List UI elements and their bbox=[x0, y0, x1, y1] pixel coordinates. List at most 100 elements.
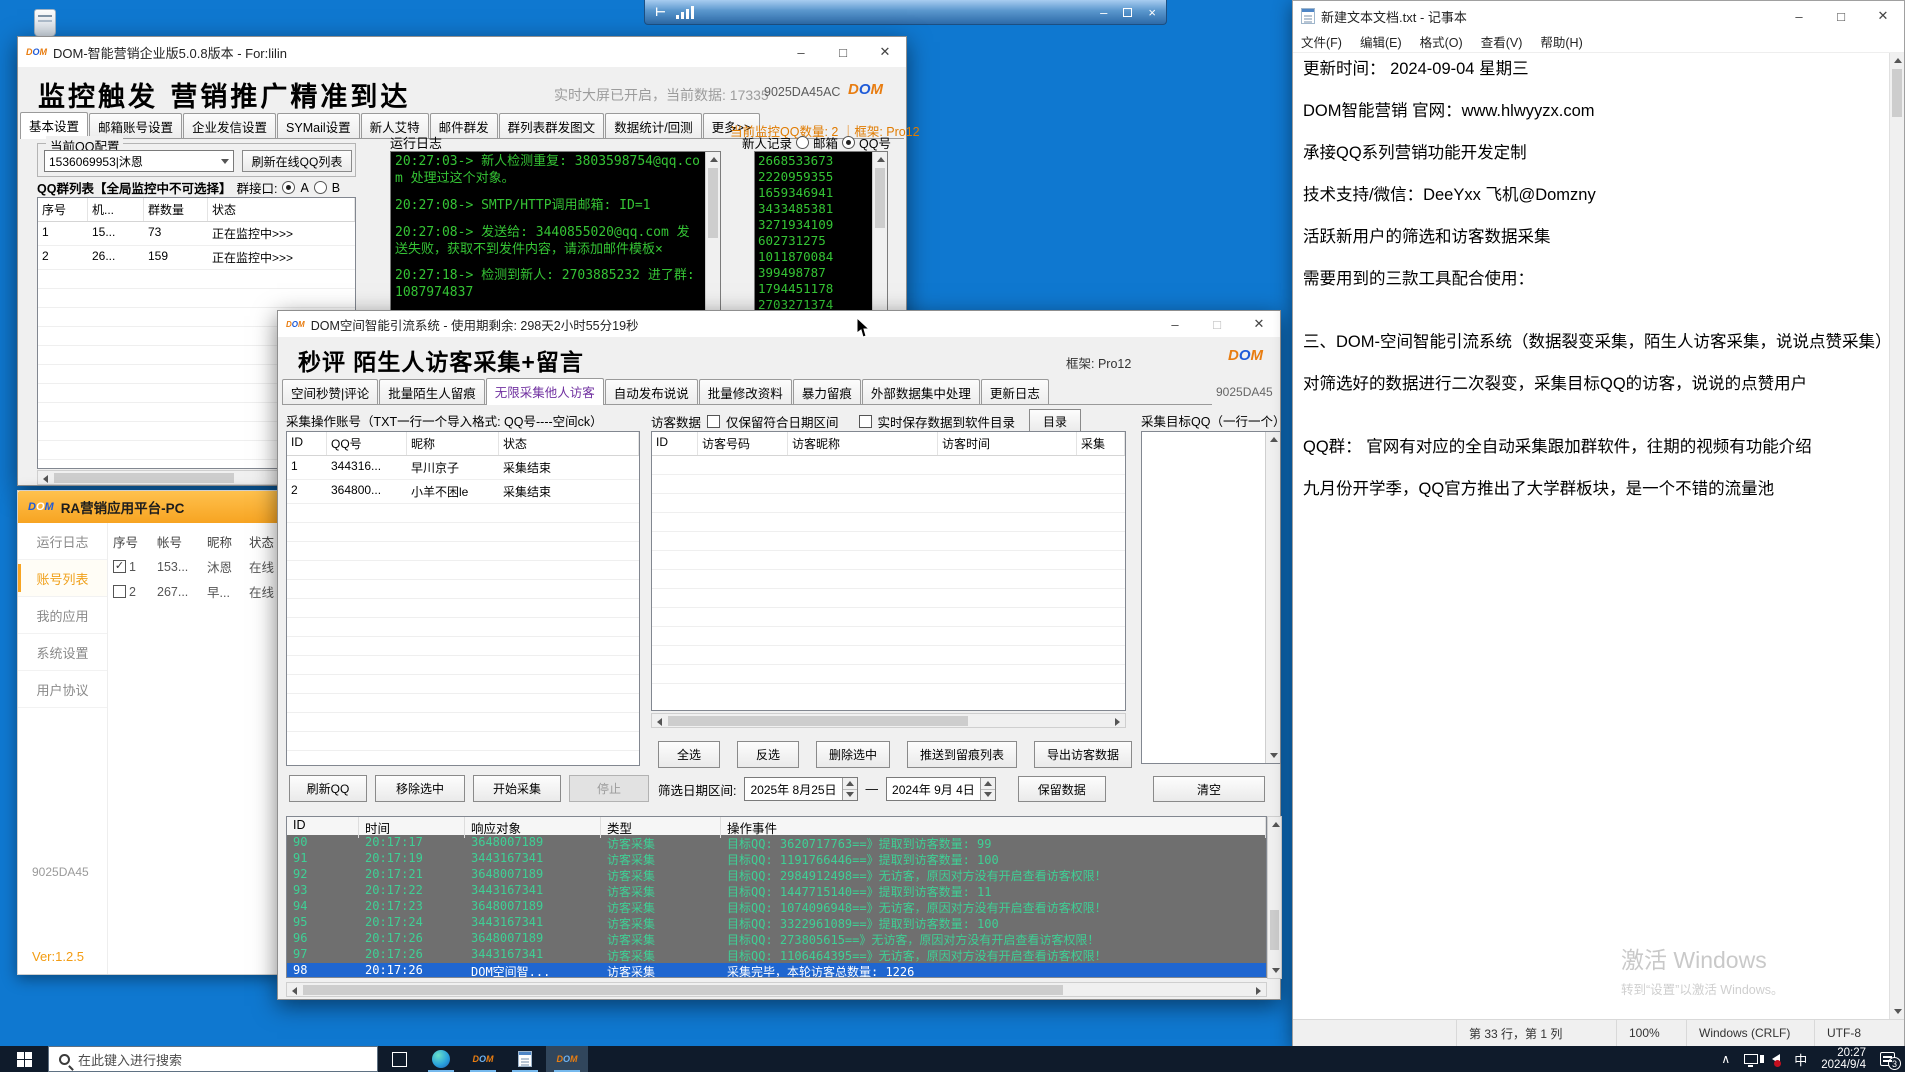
export-visitor-data-button[interactable]: 导出访客数据 bbox=[1034, 741, 1132, 768]
log-vscrollbar[interactable] bbox=[1267, 816, 1282, 979]
maximize-button[interactable]: □ bbox=[1196, 311, 1238, 337]
dom-space-taskbar-button[interactable]: DOM bbox=[546, 1046, 588, 1072]
minimize-button[interactable]: – bbox=[1154, 311, 1196, 337]
log-row[interactable]: 9220:17:213648007189访客采集目标QQ: 2984912498… bbox=[287, 867, 1266, 883]
clear-button[interactable]: 清空 bbox=[1153, 776, 1265, 802]
menu-view[interactable]: 查看(V) bbox=[1481, 32, 1523, 51]
select-all-button[interactable]: 全选 bbox=[658, 741, 720, 768]
menu-file[interactable]: 文件(F) bbox=[1301, 32, 1342, 51]
log-row[interactable]: 9720:17:263443167341访客采集目标QQ: 1106464395… bbox=[287, 947, 1266, 963]
w1-tab-0[interactable]: 基本设置 bbox=[20, 112, 88, 139]
date-from-input[interactable]: 2025年 8月25日 bbox=[744, 777, 857, 801]
push-to-trace-list-button[interactable]: 推送到留痕列表 bbox=[907, 741, 1017, 768]
target-vscrollbar[interactable] bbox=[1265, 432, 1280, 763]
w3-tab-7[interactable]: 更新日志 bbox=[981, 379, 1049, 404]
restore-icon[interactable] bbox=[1123, 8, 1132, 17]
w1-tab-1[interactable]: 邮箱账号设置 bbox=[89, 113, 182, 138]
log-row[interactable]: 9020:17:173648007189访客采集目标QQ: 3620717763… bbox=[287, 835, 1266, 851]
date-from-spinner[interactable] bbox=[842, 778, 857, 800]
visitor-table-hscrollbar[interactable] bbox=[651, 713, 1126, 728]
maximize-button[interactable]: □ bbox=[1820, 1, 1862, 31]
w1-tab-2[interactable]: 企业发信设置 bbox=[183, 113, 276, 138]
table-row[interactable]: 2364800...小羊不困le采集结束 bbox=[287, 480, 639, 504]
w3-tab-4[interactable]: 批量修改资料 bbox=[699, 379, 792, 404]
w3-tab-6[interactable]: 外部数据集中处理 bbox=[862, 379, 980, 404]
date-to-input[interactable]: 2024年 9月 4日 bbox=[886, 777, 996, 801]
checkbox[interactable] bbox=[113, 585, 126, 598]
notepad-taskbar-button[interactable] bbox=[504, 1046, 546, 1072]
background-window-titlebar[interactable]: ⊢ – × bbox=[644, 0, 1167, 25]
start-collect-button[interactable]: 开始采集 bbox=[473, 775, 561, 802]
maximize-button[interactable]: □ bbox=[822, 37, 864, 67]
ra-menu-item-2[interactable]: 我的应用 bbox=[18, 597, 107, 634]
ra-menu-item-4[interactable]: 用户协议 bbox=[18, 671, 107, 708]
menu-help[interactable]: 帮助(H) bbox=[1540, 32, 1582, 51]
notepad-text-area[interactable]: 更新时间： 2024-09-04 星期三 DOM智能营销 官网：www.hlwy… bbox=[1293, 53, 1889, 1019]
minimize-button[interactable]: – bbox=[1778, 1, 1820, 31]
notepad-titlebar[interactable]: 新建文本文档.txt - 记事本 – □ ✕ bbox=[1293, 1, 1904, 31]
radio-mail[interactable] bbox=[796, 136, 809, 149]
remove-selected-button[interactable]: 移除选中 bbox=[375, 775, 465, 802]
radio-interface-b[interactable] bbox=[314, 181, 327, 194]
w3-tab-2[interactable]: 无限采集他人访客 bbox=[486, 378, 604, 405]
table-row[interactable]: 226...159正在监控中>>> bbox=[38, 246, 355, 270]
table-row[interactable]: ✓1153...沐恩在线 bbox=[113, 554, 277, 579]
ra-titlebar[interactable]: DOM RA营销应用平台-PC bbox=[18, 491, 279, 523]
log-row[interactable]: 9420:17:233648007189访客采集目标QQ: 1074096948… bbox=[287, 899, 1266, 915]
log-row[interactable]: 9820:17:26DOM空间智...访客采集采集完毕，本轮访客总数量: 122… bbox=[287, 963, 1266, 978]
radio-interface-a[interactable] bbox=[282, 181, 295, 194]
w3-tab-0[interactable]: 空间秒赞|评论 bbox=[282, 379, 378, 404]
delete-selected-button[interactable]: 删除选中 bbox=[816, 741, 890, 768]
w3-titlebar[interactable]: DOM DOM空间智能引流系统 - 使用期剩余: 298天2小时55分19秒 –… bbox=[278, 311, 1280, 337]
w3-tab-3[interactable]: 自动发布说说 bbox=[605, 379, 698, 404]
edge-taskbar-button[interactable] bbox=[420, 1046, 462, 1072]
keep-data-button[interactable]: 保留数据 bbox=[1018, 776, 1106, 802]
dom-app-taskbar-button[interactable]: DOM bbox=[462, 1046, 504, 1072]
w3-tab-5[interactable]: 暴力留痕 bbox=[793, 379, 861, 404]
directory-button[interactable]: 目录 bbox=[1029, 409, 1081, 433]
action-center-icon[interactable]: 3 bbox=[1880, 1052, 1895, 1066]
close-button[interactable]: ✕ bbox=[864, 37, 906, 67]
log-hscrollbar[interactable] bbox=[286, 982, 1267, 997]
ra-menu-item-0[interactable]: 运行日志 bbox=[18, 523, 107, 560]
table-row[interactable]: 2267...早...在线 bbox=[113, 579, 277, 604]
ra-menu-item-1[interactable]: 账号列表 bbox=[18, 560, 107, 597]
target-qq-input[interactable] bbox=[1141, 431, 1281, 764]
refresh-qq-button[interactable]: 刷新QQ bbox=[289, 775, 367, 802]
checkbox-date-range[interactable] bbox=[707, 415, 720, 428]
search-input[interactable]: 在此键入进行搜索 bbox=[48, 1046, 378, 1072]
log-row[interactable]: 9320:17:223443167341访客采集目标QQ: 1447715140… bbox=[287, 883, 1266, 899]
menu-format[interactable]: 格式(O) bbox=[1420, 32, 1463, 51]
invert-selection-button[interactable]: 反选 bbox=[737, 741, 799, 768]
w1-tab-7[interactable]: 数据统计/回测 bbox=[605, 113, 701, 138]
w1-tab-6[interactable]: 群列表群发图文 bbox=[499, 113, 605, 138]
chevron-up-icon[interactable]: ∧ bbox=[1721, 1052, 1730, 1066]
task-view-button[interactable] bbox=[378, 1046, 420, 1072]
menu-edit[interactable]: 编辑(E) bbox=[1360, 32, 1402, 51]
w1-tab-3[interactable]: SYMail设置 bbox=[277, 113, 360, 138]
checkbox[interactable]: ✓ bbox=[113, 560, 126, 573]
minimize-icon[interactable]: – bbox=[1100, 5, 1107, 20]
network-icon[interactable] bbox=[1744, 1054, 1758, 1064]
log-row[interactable]: 9620:17:263648007189访客采集目标QQ: 273805615=… bbox=[287, 931, 1266, 947]
close-button[interactable]: ✕ bbox=[1862, 1, 1904, 31]
refresh-online-qq-button[interactable]: 刷新在线QQ列表 bbox=[242, 150, 352, 172]
notepad-vscrollbar[interactable] bbox=[1889, 53, 1904, 1019]
close-icon[interactable]: × bbox=[1148, 5, 1156, 20]
w1-titlebar[interactable]: DOM DOM-智能营销企业版5.0.8版本 - For:lilin – □ ✕ bbox=[18, 37, 906, 67]
log-row[interactable]: 9520:17:243443167341访客采集目标QQ: 3322961089… bbox=[287, 915, 1266, 931]
ra-menu-item-3[interactable]: 系统设置 bbox=[18, 634, 107, 671]
checkbox-save-dir[interactable] bbox=[859, 415, 872, 428]
radio-qq[interactable] bbox=[842, 136, 855, 149]
table-row[interactable]: 115...73正在监控中>>> bbox=[38, 222, 355, 246]
log-row[interactable]: 9120:17:193443167341访客采集目标QQ: 1191766446… bbox=[287, 851, 1266, 867]
minimize-button[interactable]: – bbox=[780, 37, 822, 67]
ime-indicator[interactable]: 中 bbox=[1794, 1050, 1807, 1069]
volume-muted-icon[interactable] bbox=[1772, 1054, 1780, 1064]
clock[interactable]: 20:27 2024/9/4 bbox=[1821, 1047, 1866, 1071]
qq-account-select[interactable]: 1536069953|沐恩 bbox=[44, 150, 234, 172]
date-to-spinner[interactable] bbox=[980, 778, 995, 800]
table-row[interactable]: 1344316...早川京子采集结束 bbox=[287, 456, 639, 480]
w3-tab-1[interactable]: 批量陌生人留痕 bbox=[379, 379, 485, 404]
close-button[interactable]: ✕ bbox=[1238, 311, 1280, 337]
